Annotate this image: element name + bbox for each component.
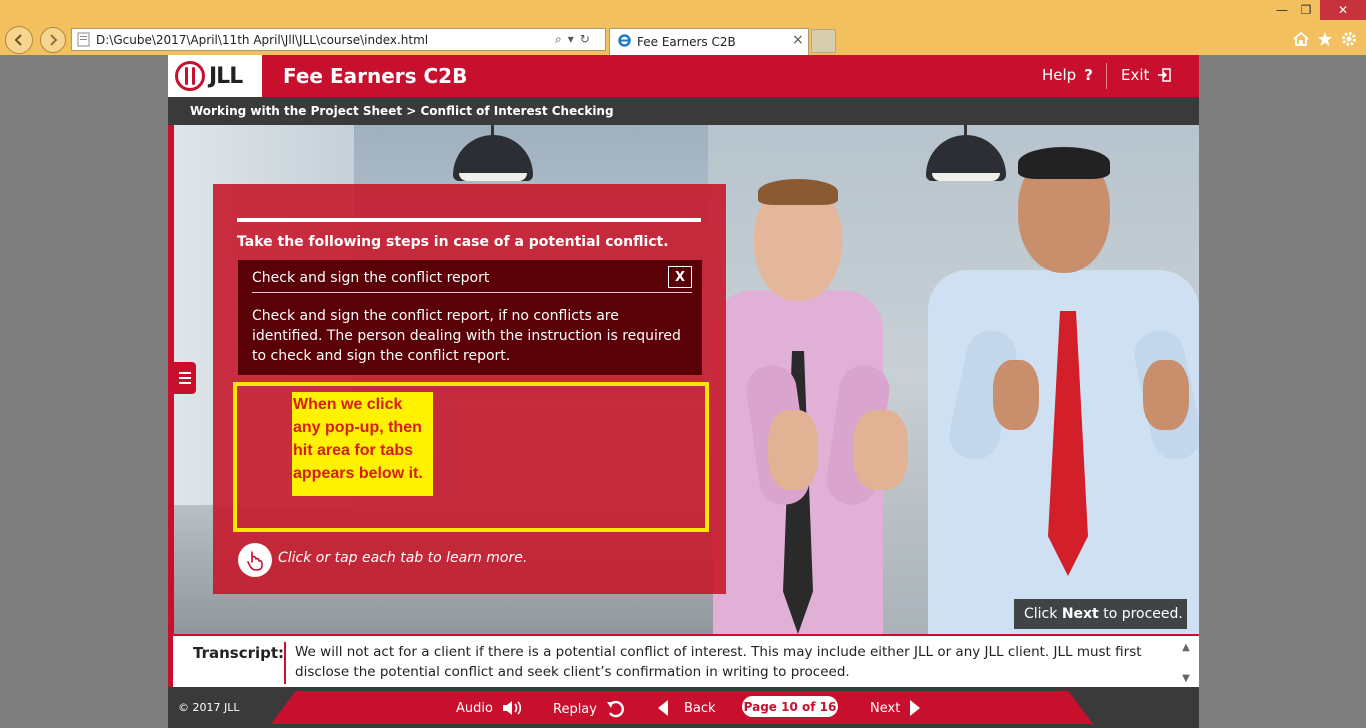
minimize-button[interactable]: — [1270, 0, 1294, 20]
popup-body: Check and sign the conflict report, if n… [252, 308, 681, 364]
new-tab-button[interactable] [811, 29, 836, 53]
transcript-label: Transcript: [193, 644, 285, 662]
proceed-hint: Click Next to proceed. [1014, 599, 1187, 629]
tap-instruction: Click or tap each tab to learn more. [278, 550, 528, 566]
next-label: Next [870, 700, 901, 716]
pendant-lamp-right [926, 125, 1006, 181]
popup-close-button[interactable]: X [668, 266, 692, 288]
breadcrumb: Working with the Project Sheet > Conflic… [168, 97, 1199, 125]
home-icon[interactable] [1292, 30, 1310, 48]
copyright: © 2017 JLL [178, 701, 240, 714]
scene-background: Take the following steps in case of a po… [168, 125, 1199, 634]
help-button[interactable]: Help ? [1042, 66, 1093, 84]
review-note: When we click any pop-up, then hit area … [292, 392, 433, 496]
back-label: Back [684, 700, 716, 716]
forward-nav-button[interactable] [40, 27, 66, 53]
question-icon: ? [1084, 66, 1093, 84]
jll-logo: JLL [168, 55, 262, 97]
browser-tab[interactable]: Fee Earners C2B [609, 28, 809, 55]
next-button[interactable]: Next [870, 699, 922, 717]
hamburger-icon [179, 372, 191, 374]
tap-hand-icon [238, 543, 272, 577]
page-indicator: Page 10 of 16 [742, 696, 838, 717]
pendant-lamp-left [453, 125, 533, 181]
proceed-bold: Next [1061, 606, 1099, 622]
menu-toggle-button[interactable] [174, 362, 196, 394]
course-header: JLL Fee Earners C2B Help ? Exit [168, 55, 1199, 97]
replay-label: Replay [553, 701, 597, 717]
header-divider [1106, 63, 1107, 89]
exit-button[interactable]: Exit [1121, 66, 1172, 84]
transcript-scrollbar[interactable]: ▲ ▼ [1178, 642, 1194, 684]
settings-gear-icon[interactable] [1340, 30, 1358, 48]
browser-chrome: D:\Gcube\2017\April\11th April\Jll\JLL\c… [0, 0, 1366, 55]
exit-label: Exit [1121, 66, 1150, 84]
back-button[interactable]: Back [656, 699, 716, 717]
proceed-post: to proceed. [1098, 606, 1183, 622]
replay-button[interactable]: Replay [553, 699, 627, 719]
content-panel: Take the following steps in case of a po… [213, 184, 726, 594]
transcript-text: We will not act for a client if there is… [295, 644, 1142, 680]
popup-title: Check and sign the conflict report [252, 270, 490, 286]
panel-rule [237, 218, 701, 222]
proceed-pre: Click [1024, 606, 1062, 622]
restore-button[interactable]: ❐ [1294, 0, 1318, 20]
arrow-left-icon [14, 34, 22, 46]
speaker-icon [502, 701, 522, 715]
course-player: JLL Fee Earners C2B Help ? Exit Working … [168, 55, 1199, 728]
help-label: Help [1042, 66, 1077, 84]
transcript-divider [284, 642, 286, 684]
jll-logo-mark-icon [175, 61, 205, 91]
ie-icon [618, 34, 631, 47]
address-bar[interactable]: D:\Gcube\2017\April\11th April\Jll\JLL\c… [71, 28, 606, 51]
scroll-down-icon[interactable]: ▼ [1182, 673, 1190, 684]
scroll-up-icon[interactable]: ▲ [1182, 642, 1190, 653]
panel-heading: Take the following steps in case of a po… [237, 234, 669, 250]
player-footer: © 2017 JLL Audio Replay Back Page 10 of … [168, 687, 1199, 728]
dropdown-icon[interactable]: ▾ [568, 31, 574, 47]
favorites-star-icon[interactable] [1316, 30, 1334, 48]
triangle-left-icon [658, 700, 668, 716]
arrow-right-icon [50, 34, 58, 46]
popup-rule [252, 292, 692, 293]
exit-icon [1158, 68, 1172, 82]
refresh-icon[interactable]: ↻ [580, 31, 590, 47]
audio-button[interactable]: Audio [456, 699, 523, 717]
page-icon [77, 32, 90, 47]
close-window-button[interactable]: ✕ [1320, 0, 1366, 20]
tab-close-icon[interactable]: × [792, 32, 804, 48]
course-title: Fee Earners C2B [283, 64, 468, 88]
back-nav-button[interactable] [5, 26, 33, 54]
conflict-report-popup: Check and sign the conflict report X Che… [238, 260, 702, 375]
transcript-box: Transcript: We will not act for a client… [168, 634, 1199, 687]
audio-label: Audio [456, 700, 493, 716]
triangle-right-icon [910, 700, 921, 716]
logo-text: JLL [209, 63, 243, 89]
replay-icon [606, 700, 624, 718]
search-icon[interactable]: ⌕ [555, 31, 562, 47]
page-gutter-left [0, 55, 168, 728]
page-gutter-right [1199, 55, 1366, 728]
